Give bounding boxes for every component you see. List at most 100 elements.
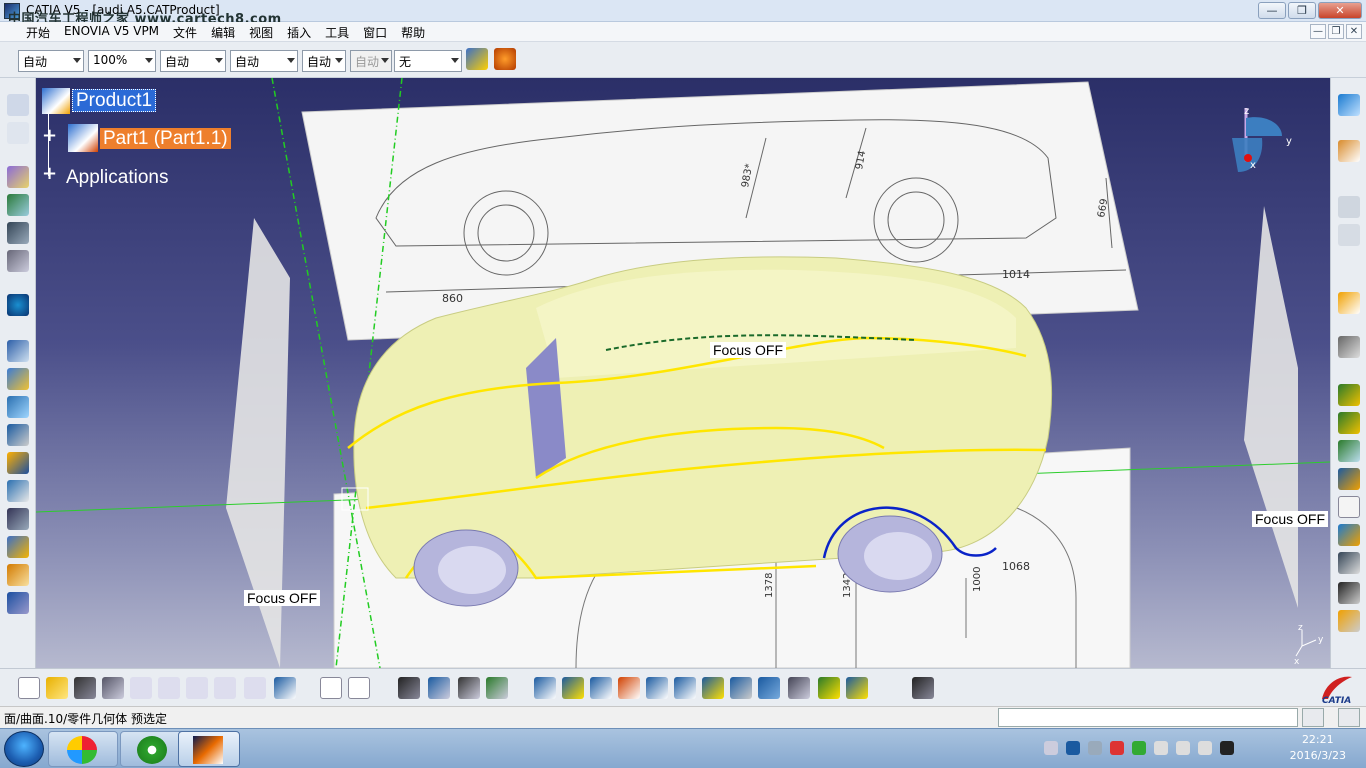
- normal-view-icon[interactable]: [702, 677, 724, 699]
- help-tray-icon[interactable]: [1066, 741, 1080, 755]
- menu-edit[interactable]: 编辑: [211, 24, 235, 41]
- taskbar-app-media[interactable]: [48, 731, 118, 767]
- material-icon[interactable]: [7, 368, 29, 390]
- cursor-icon[interactable]: [1338, 292, 1360, 314]
- zoom-in-icon[interactable]: [646, 677, 668, 699]
- 3d-viewport[interactable]: 860 1014 983* 914 669 1378 1342 1000 106…: [36, 78, 1330, 668]
- sensor-icon[interactable]: [7, 536, 29, 558]
- catalog-icon[interactable]: [7, 340, 29, 362]
- properties-icon[interactable]: [494, 48, 516, 70]
- menu-enovia[interactable]: ENOVIA V5 VPM: [64, 24, 159, 41]
- point-symbol-select[interactable]: 自动: [302, 50, 346, 72]
- tree-node-applications[interactable]: Applications: [66, 167, 168, 189]
- menu-view[interactable]: 视图: [249, 24, 273, 41]
- doc-close-button[interactable]: ✕: [1346, 24, 1362, 39]
- print-icon[interactable]: [102, 677, 124, 699]
- filmstrip-icon[interactable]: [7, 508, 29, 530]
- taskbar-app-catia[interactable]: [178, 731, 240, 767]
- display-icon[interactable]: [1220, 741, 1234, 755]
- menu-help[interactable]: 帮助: [401, 24, 425, 41]
- flag-icon[interactable]: [1110, 741, 1124, 755]
- layer-select[interactable]: 无: [394, 50, 462, 72]
- camera-icon[interactable]: [912, 677, 934, 699]
- video-icon[interactable]: [7, 452, 29, 474]
- pan-icon[interactable]: [590, 677, 612, 699]
- link-icon[interactable]: [7, 194, 29, 216]
- tree-node-product1[interactable]: Product1: [72, 89, 157, 112]
- multi-view-icon[interactable]: [730, 677, 752, 699]
- menu-start[interactable]: 开始: [26, 24, 50, 41]
- undo-icon[interactable]: [214, 677, 236, 699]
- manikin-icon[interactable]: [1338, 384, 1360, 406]
- plus-tray-icon[interactable]: [1132, 741, 1146, 755]
- close-button[interactable]: ✕: [1318, 2, 1362, 19]
- fit-all-icon[interactable]: [562, 677, 584, 699]
- door-icon[interactable]: [1338, 440, 1360, 462]
- swap-space-icon[interactable]: [846, 677, 868, 699]
- battery-icon[interactable]: [1154, 741, 1168, 755]
- menu-tools[interactable]: 工具: [325, 24, 349, 41]
- expand-applications-icon[interactable]: +: [42, 165, 57, 183]
- key-icon[interactable]: [1338, 468, 1360, 490]
- rotate-icon[interactable]: [618, 677, 640, 699]
- tree-node-part1[interactable]: Part1 (Part1.1): [100, 128, 231, 150]
- knowledge-icon[interactable]: [1338, 196, 1360, 218]
- human-icon[interactable]: [1338, 94, 1360, 116]
- scene-icon[interactable]: [7, 424, 29, 446]
- menu-insert[interactable]: 插入: [287, 24, 311, 41]
- clip-icon[interactable]: [7, 250, 29, 272]
- box-icon[interactable]: [7, 166, 29, 188]
- bottle-icon[interactable]: [1338, 412, 1360, 434]
- doc-restore-button[interactable]: ❐: [1328, 24, 1344, 39]
- component-icon[interactable]: [7, 122, 29, 144]
- doc-minimize-button[interactable]: —: [1310, 24, 1326, 39]
- lock-icon[interactable]: [458, 677, 480, 699]
- assembly-icon[interactable]: [7, 94, 29, 116]
- anchor-icon[interactable]: [7, 222, 29, 244]
- volume-icon[interactable]: [1198, 741, 1212, 755]
- zoom-out-icon[interactable]: [674, 677, 696, 699]
- network-icon[interactable]: [1176, 741, 1190, 755]
- open-folder-icon[interactable]: [46, 677, 68, 699]
- hide-show-icon[interactable]: [818, 677, 840, 699]
- render-style-icon[interactable]: [788, 677, 810, 699]
- new-file-icon[interactable]: [18, 677, 40, 699]
- minimize-button[interactable]: —: [1258, 2, 1286, 19]
- eye-icon[interactable]: [1338, 582, 1360, 604]
- save-icon[interactable]: [74, 677, 96, 699]
- help-icon[interactable]: [1338, 496, 1360, 518]
- spiral-icon[interactable]: [7, 294, 29, 316]
- sequence-icon[interactable]: [7, 480, 29, 502]
- arrow-tray-icon[interactable]: [1088, 741, 1102, 755]
- table-icon[interactable]: [398, 677, 420, 699]
- edit-icon[interactable]: [1338, 552, 1360, 574]
- group-icon[interactable]: [1338, 140, 1360, 162]
- analysis-icon[interactable]: [7, 592, 29, 614]
- maximize-button[interactable]: ❐: [1288, 2, 1316, 19]
- film-icon[interactable]: [7, 396, 29, 418]
- tree-icon[interactable]: [428, 677, 450, 699]
- expand-part1-icon[interactable]: +: [42, 127, 57, 145]
- comment-icon[interactable]: [348, 677, 370, 699]
- formula-icon[interactable]: [320, 677, 342, 699]
- fly-mode-icon[interactable]: [534, 677, 556, 699]
- settings-icon[interactable]: [1338, 336, 1360, 358]
- copy-icon[interactable]: [158, 677, 180, 699]
- whats-this-icon[interactable]: [274, 677, 296, 699]
- clock[interactable]: 22:21 2016/3/23: [1290, 732, 1346, 764]
- transparency-select[interactable]: 100%: [88, 50, 156, 72]
- rendering-style-select[interactable]: 自动: [350, 50, 392, 72]
- line-type-select[interactable]: 自动: [230, 50, 298, 72]
- menu-window[interactable]: 窗口: [363, 24, 387, 41]
- swap-arrow-icon[interactable]: [1338, 610, 1360, 632]
- line-thickness-select[interactable]: 自动: [160, 50, 226, 72]
- paste-icon[interactable]: [186, 677, 208, 699]
- command-button-2[interactable]: [1338, 708, 1360, 727]
- start-button[interactable]: [4, 731, 44, 767]
- iso-view-icon[interactable]: [758, 677, 780, 699]
- paintbrush-icon[interactable]: [466, 48, 488, 70]
- redo-icon[interactable]: [244, 677, 266, 699]
- design-table-icon[interactable]: [486, 677, 508, 699]
- keyboard-icon[interactable]: [1044, 741, 1058, 755]
- command-input[interactable]: [998, 708, 1298, 727]
